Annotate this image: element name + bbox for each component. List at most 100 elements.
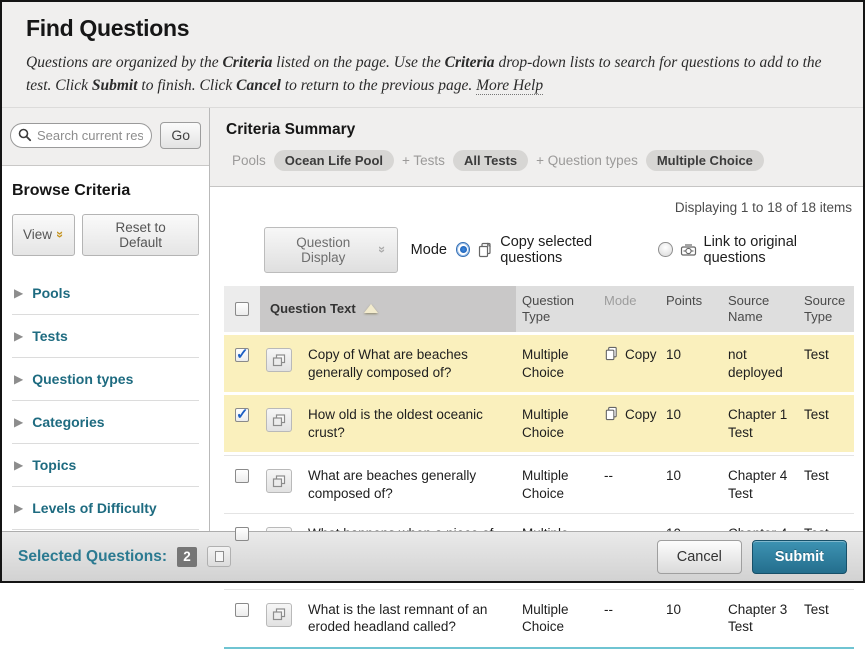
- column-header-question-text[interactable]: Question Text: [260, 286, 516, 333]
- sidebar-item-topics[interactable]: ▶Topics: [12, 444, 199, 487]
- preview-question-button[interactable]: [266, 348, 292, 372]
- intro-bold-criteria-2: Criteria: [445, 54, 495, 71]
- source-name: Chapter 3 Test: [722, 595, 798, 642]
- mode-option-link[interactable]: Link to original questions: [658, 234, 854, 266]
- filter-pill-all-tests: All Tests: [453, 150, 528, 171]
- points-value: 10: [660, 461, 722, 508]
- intro-bold-submit: Submit: [92, 77, 138, 94]
- expand-triangle-icon: ▶: [14, 502, 23, 514]
- mode-value: --: [604, 601, 613, 619]
- submit-button[interactable]: Submit: [752, 540, 847, 574]
- selected-questions-label: Selected Questions:: [18, 548, 167, 566]
- criteria-summary-title: Criteria Summary: [226, 121, 847, 139]
- expand-triangle-icon: ▶: [14, 330, 23, 342]
- question-text: What are beaches generally composed of?: [298, 461, 516, 508]
- sidebar: Go Browse Criteria View » Reset to Defau…: [2, 108, 210, 532]
- chevron-down-double-icon: »: [377, 246, 390, 253]
- preview-question-button[interactable]: [266, 469, 292, 493]
- expand-triangle-icon: ▶: [14, 416, 23, 428]
- copy-icon: [604, 406, 619, 421]
- overlapping-squares-icon: [272, 354, 286, 367]
- more-help-link[interactable]: More Help: [476, 77, 543, 95]
- copy-icon: [604, 346, 619, 361]
- column-header-source-name[interactable]: Source Name: [722, 286, 798, 333]
- sidebar-item-categories[interactable]: ▶Categories: [12, 401, 199, 444]
- view-button[interactable]: View »: [12, 214, 75, 256]
- browse-criteria-title: Browse Criteria: [12, 182, 199, 200]
- displaying-count: Displaying 1 to 18 of 18 items: [224, 200, 852, 215]
- page-intro: Questions are organized by the Criteria …: [26, 51, 839, 98]
- intro-text: Questions are organized by the: [26, 54, 222, 71]
- source-type: Test: [798, 340, 854, 387]
- reset-to-default-button[interactable]: Reset to Default: [82, 214, 199, 256]
- expand-triangle-icon: ▶: [14, 373, 23, 385]
- table-row: How old is the oldest oceanic crust? Mul…: [224, 395, 854, 452]
- criteria-summary: Criteria Summary Pools Ocean Life Pool +…: [210, 108, 863, 187]
- expand-triangle-icon: ▶: [14, 459, 23, 471]
- filter-pill-ocean-life-pool: Ocean Life Pool: [274, 150, 394, 171]
- preview-question-button[interactable]: [266, 408, 292, 432]
- points-value: 10: [660, 595, 722, 642]
- sort-ascending-icon: [364, 304, 378, 313]
- mode-value: Copy: [625, 406, 657, 424]
- sidebar-item-pools[interactable]: ▶Pools: [12, 272, 199, 315]
- filter-name-tests: + Tests: [402, 153, 445, 168]
- sidebar-item-levels-of-difficulty[interactable]: ▶Levels of Difficulty: [12, 487, 199, 530]
- source-type: Test: [798, 400, 854, 447]
- list-icon: [215, 551, 224, 562]
- row-checkbox[interactable]: [235, 348, 249, 362]
- table-header-row: Question Text Question Type Mode Points …: [224, 286, 854, 333]
- source-name: Chapter 1 Test: [722, 400, 798, 447]
- row-checkbox[interactable]: [235, 408, 249, 422]
- filter-pill-multiple-choice: Multiple Choice: [646, 150, 764, 171]
- question-text: How old is the oldest oceanic crust?: [298, 400, 516, 447]
- show-selected-list-button[interactable]: [207, 546, 231, 567]
- overlapping-squares-icon: [272, 414, 286, 427]
- question-type: Multiple Choice: [516, 400, 598, 447]
- radio-link[interactable]: [658, 242, 672, 257]
- main-content: Criteria Summary Pools Ocean Life Pool +…: [210, 108, 863, 532]
- points-value: 10: [660, 340, 722, 387]
- radio-copy[interactable]: [456, 242, 470, 257]
- page-title: Find Questions: [26, 15, 839, 42]
- filter-name-question-types: + Question types: [536, 153, 638, 168]
- table-row: What is the last remnant of an eroded he…: [224, 589, 854, 647]
- mode-value: --: [604, 467, 613, 485]
- question-display-dropdown[interactable]: Question Display »: [264, 227, 398, 273]
- source-name: not deployed: [722, 340, 798, 387]
- column-header-question-type[interactable]: Question Type: [516, 286, 598, 333]
- selected-count-badge: 2: [177, 547, 197, 567]
- row-checkbox[interactable]: [235, 469, 249, 483]
- column-header-source-type[interactable]: Source Type: [798, 286, 854, 333]
- row-checkbox[interactable]: [235, 603, 249, 617]
- column-header-points[interactable]: Points: [660, 286, 722, 333]
- mode-option-copy[interactable]: Copy selected questions: [456, 234, 649, 266]
- table-row: Copy of What are beaches generally compo…: [224, 335, 854, 392]
- search-icon: [18, 128, 32, 142]
- select-all-checkbox[interactable]: [235, 302, 249, 316]
- overlapping-squares-icon: [272, 475, 286, 488]
- filter-name-pools: Pools: [232, 153, 266, 168]
- question-type: Multiple Choice: [516, 461, 598, 508]
- source-name: Chapter 4 Test: [722, 461, 798, 508]
- source-type: Test: [798, 461, 854, 508]
- cancel-button[interactable]: Cancel: [657, 540, 742, 574]
- points-value: 10: [660, 400, 722, 447]
- action-bar: Selected Questions: 2 Cancel Submit: [2, 531, 863, 581]
- question-text: What is the last remnant of an eroded he…: [298, 595, 516, 642]
- row-checkbox[interactable]: [235, 527, 249, 541]
- preview-question-button[interactable]: [266, 603, 292, 627]
- mode-value: Copy: [625, 346, 657, 364]
- sidebar-item-question-types[interactable]: ▶Question types: [12, 358, 199, 401]
- mode-label: Mode: [411, 242, 447, 258]
- chevron-down-double-icon: »: [54, 231, 67, 238]
- column-header-mode: Mode: [598, 286, 660, 333]
- page-header: Find Questions Questions are organized b…: [2, 2, 863, 108]
- go-button[interactable]: Go: [160, 122, 201, 149]
- questions-table: Question Text Question Type Mode Points …: [224, 286, 854, 649]
- copy-icon: [477, 242, 493, 258]
- expand-triangle-icon: ▶: [14, 287, 23, 299]
- sidebar-item-tests[interactable]: ▶Tests: [12, 315, 199, 358]
- link-icon: [680, 242, 697, 258]
- intro-bold-criteria: Criteria: [222, 54, 272, 71]
